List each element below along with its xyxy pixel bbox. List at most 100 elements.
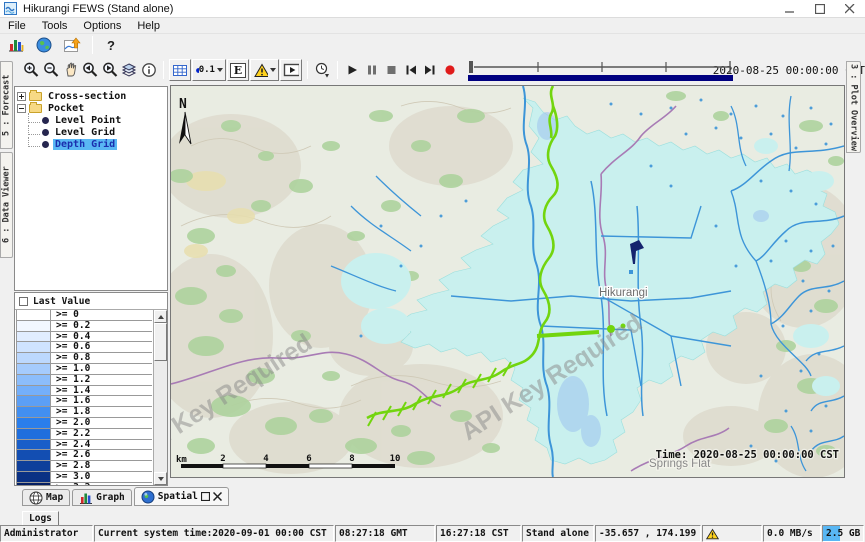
legend-swatch [17, 407, 51, 417]
layers-button[interactable] [120, 59, 139, 81]
minimize-button[interactable] [775, 0, 805, 17]
legend-entry-label: >= 2.0 [51, 418, 90, 428]
logs-button[interactable]: Logs [22, 511, 59, 526]
grid-display-button[interactable] [169, 59, 191, 81]
wire-globe-icon [29, 491, 43, 505]
tab-spatial[interactable]: Spatial [134, 487, 229, 506]
legend-entry-label: >= 1.2 [51, 375, 90, 385]
legend-swatch [17, 429, 51, 439]
expand-icon[interactable] [17, 92, 26, 101]
legend-entry-label: >= 0.6 [51, 342, 90, 352]
globe-icon[interactable] [32, 35, 56, 55]
legend-entry: >= 2.2 [17, 429, 152, 440]
pause-button[interactable] [362, 59, 381, 81]
legend-swatch [17, 483, 51, 485]
close-button[interactable] [835, 0, 865, 17]
legend-entry: >= 0.2 [17, 321, 152, 332]
tree-item-cross-section[interactable]: Cross-section [17, 90, 165, 102]
collapse-icon[interactable] [17, 104, 26, 113]
timeline-span-bar [468, 75, 733, 81]
toolbar-separator [307, 61, 308, 79]
globe-icon [141, 490, 155, 504]
menu-help[interactable]: Help [129, 19, 168, 33]
map-canvas[interactable]: API Key Required API Key Required Hikura… [170, 85, 845, 478]
play-button[interactable] [343, 59, 362, 81]
right-tab-strip: 3 : Plot Overview [845, 56, 865, 486]
scroll-down-button[interactable] [154, 472, 167, 485]
scrollbar-thumb[interactable] [154, 323, 167, 361]
last-value-label: Last Value [33, 296, 90, 307]
zoom-out-button[interactable] [42, 59, 61, 81]
legend-entry: >= 1.2 [17, 375, 152, 386]
tab-plot-overview[interactable]: 3 : Plot Overview [846, 61, 861, 153]
legend-scrollbar[interactable] [153, 310, 167, 485]
legend-e-icon: E [230, 63, 246, 78]
place-label-hikurangi: Hikurangi [599, 287, 648, 299]
timeline-slider[interactable] [468, 58, 705, 82]
status-mode: Stand alone [522, 525, 594, 542]
bottom-tab-bar: Map Graph Spatial [22, 487, 229, 506]
pan-button[interactable] [61, 59, 80, 81]
legend-entry-label: >= 3.2 [51, 483, 90, 485]
step-forward-button[interactable] [421, 59, 440, 81]
legend-swatch [17, 353, 51, 363]
left-tab-strip: 5 : Forecast 6 : Data Viewer [0, 56, 14, 486]
menu-file[interactable]: File [0, 19, 34, 33]
help-button[interactable]: ? [101, 38, 121, 53]
menu-tools[interactable]: Tools [34, 19, 76, 33]
tree-item-pocket[interactable]: Pocket [17, 102, 165, 114]
legend-button[interactable]: E [227, 59, 249, 81]
toolbar-separator [92, 36, 93, 54]
zoom-previous-button[interactable] [81, 59, 100, 81]
folder-open-icon [29, 104, 42, 113]
folder-icon [29, 92, 42, 101]
tab-forecast[interactable]: 5 : Forecast [0, 61, 13, 149]
legend-entry-label: >= 1.8 [51, 407, 90, 417]
status-user: Administrator [0, 525, 93, 542]
tab-graph[interactable]: Graph [72, 489, 132, 506]
warnings-dropdown[interactable] [250, 59, 279, 81]
close-panel-icon[interactable] [213, 492, 222, 501]
toolbar-separator [163, 61, 164, 79]
timeline-handle[interactable] [469, 61, 473, 73]
legend-swatch [17, 472, 51, 482]
maximize-panel-icon[interactable] [201, 492, 210, 501]
maximize-button[interactable] [805, 0, 835, 17]
profile-chart-icon[interactable] [60, 35, 84, 55]
record-button[interactable] [441, 59, 460, 81]
tree-connector [28, 125, 40, 135]
step-back-button[interactable] [401, 59, 420, 81]
status-memory: 2.5 GB [822, 525, 864, 542]
status-bar: Administrator Current system time:2020-0… [0, 525, 865, 542]
svg-text:N: N [179, 97, 187, 112]
tab-map[interactable]: Map [22, 489, 70, 506]
map-time-label: Time: 2020-08-25 00:00:00 CST [656, 449, 839, 461]
tab-data-viewer[interactable]: 6 : Data Viewer [0, 152, 13, 258]
last-value-checkbox[interactable] [19, 297, 28, 306]
toolbar-separator [337, 61, 338, 79]
tree-item-depth-grid[interactable]: Depth Grid [17, 138, 165, 150]
menu-bar: File Tools Options Help [0, 18, 865, 34]
time-navigation-button[interactable] [313, 59, 332, 81]
database-charts-icon[interactable] [4, 35, 28, 55]
menu-options[interactable]: Options [75, 19, 129, 33]
bar-chart-icon [79, 491, 93, 505]
scroll-up-button[interactable] [154, 310, 167, 323]
legend-table: >= 0 >= 0.2 >= 0.4 >= 0.6 [16, 310, 152, 485]
stop-button[interactable] [382, 59, 401, 81]
contour-interval-dropdown[interactable]: 0.1 [192, 59, 226, 81]
node-bullet-icon [42, 129, 49, 136]
zoom-in-button[interactable] [22, 59, 41, 81]
zoom-next-button[interactable] [100, 59, 119, 81]
legend-entry-label: >= 1.4 [51, 386, 90, 396]
legend-entry-label: >= 0 [51, 310, 79, 320]
legend-entry-label: >= 1.6 [51, 396, 90, 406]
main-toolbar: ? [0, 34, 865, 56]
legend-swatch [17, 310, 51, 320]
chevron-down-icon [270, 68, 276, 72]
info-button[interactable] [140, 59, 159, 81]
animation-button[interactable] [280, 59, 302, 81]
status-warning-cell[interactable] [702, 525, 762, 542]
title-bar: Hikurangi FEWS (Stand alone) [0, 0, 865, 18]
legend-entry-label: >= 2.4 [51, 440, 90, 450]
